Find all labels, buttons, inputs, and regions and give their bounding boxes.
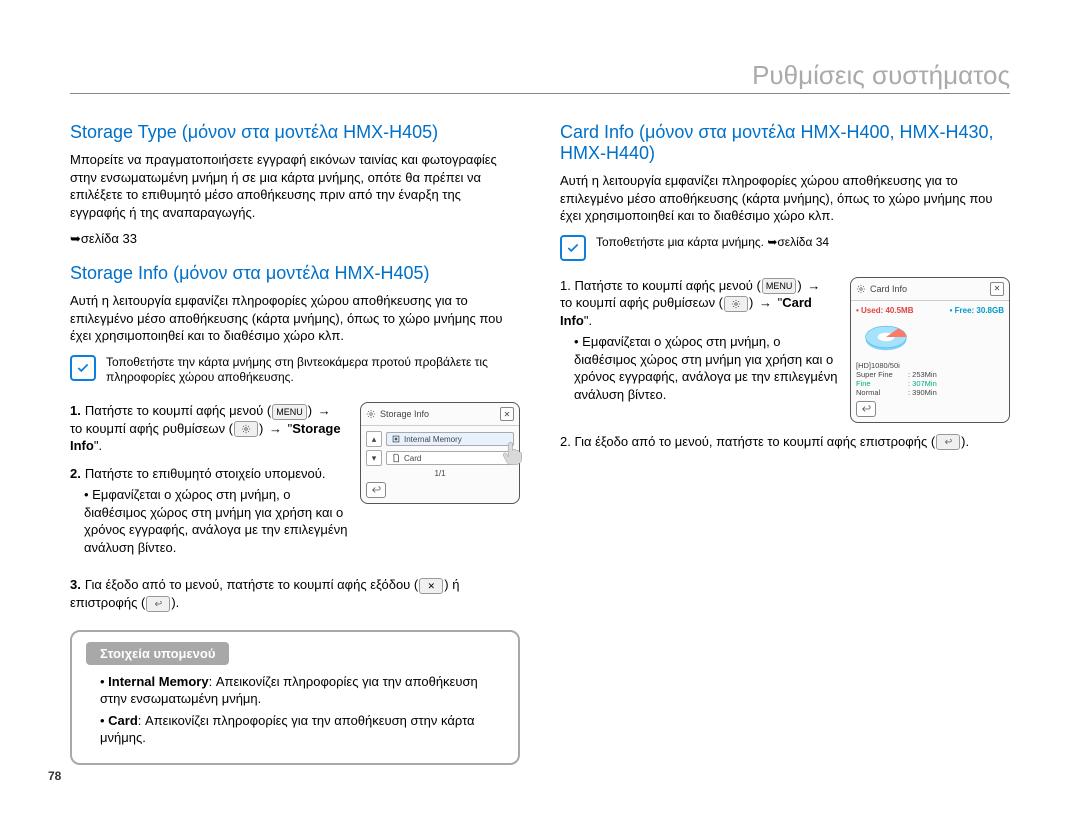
chapter-title: Ρυθμίσεις συστήματος xyxy=(70,60,1010,94)
panel-title: Storage Info xyxy=(380,409,500,419)
back-icon[interactable] xyxy=(366,482,386,498)
step-2-sub: Εμφανίζεται ο χώρος στη μνήμη, ο διαθέσι… xyxy=(84,486,348,556)
submenu-item-card: Card: Απεικονίζει πληροφορίες για την απ… xyxy=(100,712,504,747)
gear-icon xyxy=(234,421,258,437)
gear-icon xyxy=(724,296,748,312)
back-icon[interactable] xyxy=(856,401,876,417)
storage-info-heading: Storage Info (μόνον στα μοντέλα HMX-H405… xyxy=(70,263,520,284)
touch-hand-icon xyxy=(499,438,527,466)
storage-info-panel: Storage Info ✕ ▴ Internal Memory ▾ xyxy=(360,402,520,504)
gear-icon xyxy=(856,284,866,294)
menu-icon: MENU xyxy=(272,404,307,420)
right-column: Card Info (μόνον στα μοντέλα HMX-H400, H… xyxy=(560,112,1010,765)
res-fine: Fine xyxy=(856,379,904,388)
card-info-panel: Card Info ✕ • Used: 40.5MB • Free: 30.8G… xyxy=(850,277,1010,423)
submenu-item-internal-memory: Internal Memory: Απεικονίζει πληροφορίες… xyxy=(100,673,504,708)
note-box: Τοποθετήστε την κάρτα μνήμης στη βιντεοκ… xyxy=(70,355,520,386)
close-icon[interactable]: ✕ xyxy=(990,282,1004,296)
memory-chip-icon xyxy=(391,434,401,444)
option-card[interactable]: Card xyxy=(386,451,514,465)
step-2: 2.Πατήστε το επιθυμητό στοιχείο υπομενού… xyxy=(70,465,348,557)
submenu-title: Στοιχεία υπομενού xyxy=(86,642,229,665)
panel-title: Card Info xyxy=(870,284,990,294)
step-1: 1. Πατήστε το κουμπί αφής μενού (MENU) →… xyxy=(560,277,838,404)
card-info-heading: Card Info (μόνον στα μοντέλα HMX-H400, H… xyxy=(560,122,1010,164)
storage-type-heading: Storage Type (μόνον στα μοντέλα HMX-H405… xyxy=(70,122,520,143)
down-icon[interactable]: ▾ xyxy=(366,450,382,466)
storage-info-text: Αυτή η λειτουργία εμφανίζει πληροφορίες … xyxy=(70,292,520,345)
close-icon[interactable]: ✕ xyxy=(500,407,514,421)
free-label: • Free: 30.8GB xyxy=(950,306,1004,315)
step-2: 2. Για έξοδο από το μενού, πατήστε το κο… xyxy=(560,433,1010,451)
menu-icon: MENU xyxy=(762,278,797,294)
res-superfine: Super Fine xyxy=(856,370,904,379)
step-1: 1.Πατήστε το κουμπί αφής μενού (MENU) → … xyxy=(70,402,348,455)
back-icon xyxy=(936,434,960,450)
card-info-text: Αυτή η λειτουργία εμφανίζει πληροφορίες … xyxy=(560,172,1010,225)
page-number: 78 xyxy=(48,769,61,783)
sd-card-icon xyxy=(391,453,401,463)
check-note-icon xyxy=(560,235,586,261)
step-1-sub: Εμφανίζεται ο χώρος στη μνήμη, ο διαθέσι… xyxy=(574,333,838,403)
up-icon[interactable]: ▴ xyxy=(366,431,382,447)
storage-type-page-ref: ➥σελίδα 33 xyxy=(70,231,520,247)
note-text: Τοποθετήστε την κάρτα μνήμης στη βιντεοκ… xyxy=(106,355,520,386)
note-box: Τοποθετήστε μια κάρτα μνήμης. ➥σελίδα 34 xyxy=(560,235,1010,261)
submenu-box: Στοιχεία υπομενού Internal Memory: Απεικ… xyxy=(70,630,520,765)
pie-chart-icon xyxy=(856,319,916,355)
option-internal-memory[interactable]: Internal Memory xyxy=(386,432,514,446)
step-3: 3.Για έξοδο από το μενού, πατήστε το κου… xyxy=(70,576,520,611)
check-note-icon xyxy=(70,355,96,381)
back-icon xyxy=(146,596,170,612)
close-icon: ✕ xyxy=(419,578,443,594)
used-label: • Used: 40.5MB xyxy=(856,306,914,315)
res-normal: Normal xyxy=(856,388,904,397)
panel-page-indicator: 1/1 xyxy=(366,469,514,478)
gear-icon xyxy=(366,409,376,419)
left-column: Storage Type (μόνον στα μοντέλα HMX-H405… xyxy=(70,112,520,765)
resolution-header: [HD]1080/50i xyxy=(856,361,1004,370)
note-text: Τοποθετήστε μια κάρτα μνήμης. ➥σελίδα 34 xyxy=(596,235,829,261)
storage-type-text: Μπορείτε να πραγματοποιήσετε εγγραφή εικ… xyxy=(70,151,520,221)
